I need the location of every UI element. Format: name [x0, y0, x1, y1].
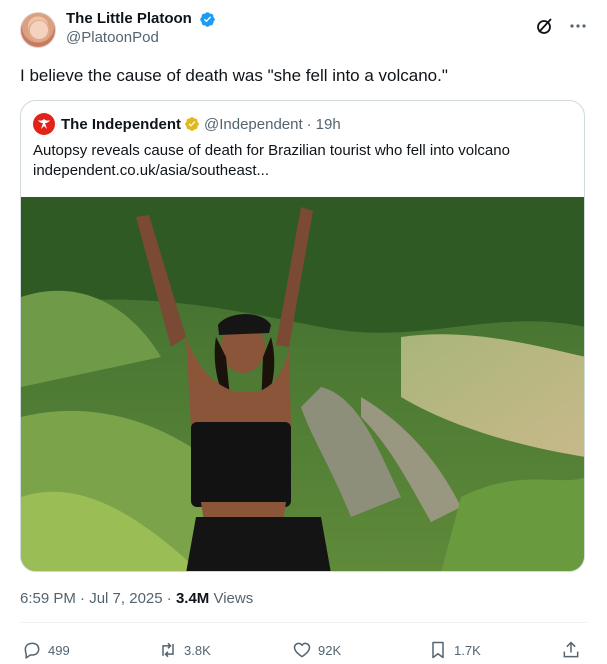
- tweet-actions-bar: 499 3.8K 92K 1.7K: [20, 640, 587, 662]
- repost-icon: [162, 642, 174, 658]
- tweet-top-actions: [535, 16, 587, 36]
- verified-org-badge-icon: [185, 117, 199, 131]
- share-button[interactable]: [561, 640, 587, 660]
- more-icon[interactable]: [569, 16, 587, 36]
- quoted-text: Autopsy reveals cause of death for Brazi…: [33, 141, 572, 181]
- quoted-separator: ·: [306, 115, 312, 133]
- quoted-headline: Autopsy reveals cause of death for Brazi…: [33, 142, 510, 159]
- meta-separator-1: ·: [80, 590, 86, 607]
- share-icon: [563, 641, 579, 658]
- reply-button[interactable]: 499: [22, 640, 70, 660]
- tweet-meta: 6:59 PM · Jul 7, 2025 · 3.4M Views: [20, 590, 253, 607]
- bookmark-count: 1.7K: [454, 642, 481, 658]
- quoted-photo[interactable]: [21, 197, 585, 572]
- views-count: 3.4M: [175, 590, 210, 607]
- views-label: Views: [213, 590, 254, 607]
- tweet-text: I believe the cause of death was "she fe…: [20, 66, 448, 85]
- meta-separator-2: ·: [166, 590, 172, 607]
- repost-button[interactable]: 3.8K: [158, 640, 211, 660]
- reply-count: 499: [48, 642, 70, 658]
- verified-badge-icon: [200, 11, 216, 27]
- tweet-header: The Little Platoon @PlatoonPod: [20, 10, 587, 50]
- quoted-tweet-header: The Independent @Independent · 19h: [33, 113, 341, 135]
- reply-icon: [24, 642, 40, 659]
- quoted-display-name[interactable]: The Independent: [61, 116, 181, 133]
- quoted-tweet-card[interactable]: The Independent @Independent · 19h Autop…: [20, 100, 585, 572]
- like-count: 92K: [318, 642, 342, 658]
- tweet-date[interactable]: Jul 7, 2025: [89, 590, 162, 607]
- author-names: The Little Platoon @PlatoonPod: [66, 10, 216, 48]
- like-icon: [293, 642, 311, 658]
- author-handle[interactable]: @PlatoonPod: [66, 28, 216, 48]
- repost-count: 3.8K: [184, 642, 211, 658]
- quoted-handle[interactable]: @Independent: [204, 116, 303, 133]
- divider: [20, 622, 587, 623]
- quoted-time[interactable]: 19h: [316, 116, 341, 133]
- tweet-time[interactable]: 6:59 PM: [20, 590, 76, 607]
- author-avatar[interactable]: [20, 12, 56, 48]
- bookmark-button[interactable]: 1.7K: [428, 640, 481, 660]
- like-button[interactable]: 92K: [292, 640, 341, 660]
- bookmark-icon: [432, 641, 444, 659]
- independent-logo-icon: [33, 113, 55, 135]
- author-display-name[interactable]: The Little Platoon: [66, 10, 192, 28]
- grok-icon[interactable]: [535, 16, 555, 36]
- quoted-link[interactable]: independent.co.uk/asia/southeast...: [33, 161, 572, 181]
